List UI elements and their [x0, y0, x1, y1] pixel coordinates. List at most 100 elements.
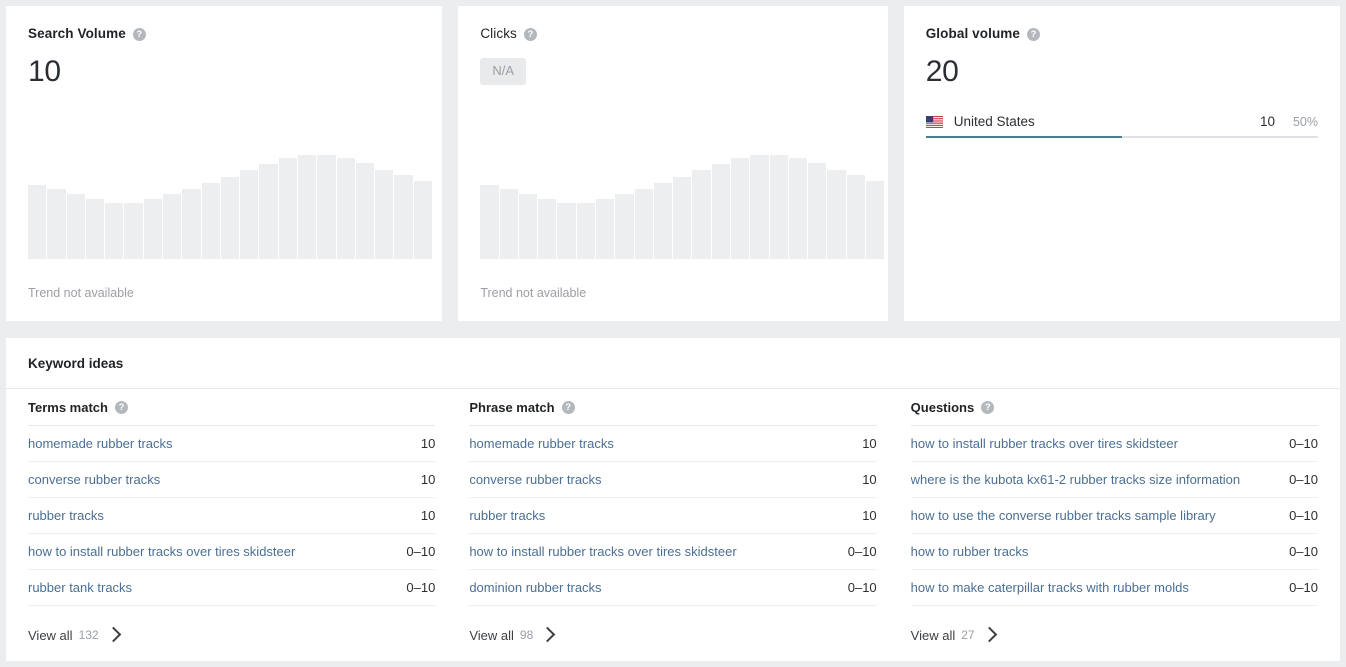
keyword-row: converse rubber tracks 10: [28, 462, 436, 498]
keyword-volume: 0–10: [1289, 508, 1318, 523]
view-all-count: 98: [519, 628, 534, 642]
sparkline-bar: [375, 170, 394, 259]
sparkline-bar: [162, 194, 182, 259]
keyword-ideas-columns: Terms match? homemade rubber tracks 10 conv…: [6, 389, 1340, 656]
sparkline-bar: [259, 164, 278, 259]
view-all-button[interactable]: View all 132: [28, 606, 435, 656]
sparkline-bar: [634, 189, 653, 259]
keyword-row: how to rubber tracks 0–10: [910, 534, 1318, 570]
column-header: Phrase match?: [469, 389, 877, 426]
view-all-button[interactable]: View all 27: [911, 606, 1318, 656]
keyword-ideas-column: Terms match? homemade rubber tracks 10 conv…: [28, 389, 436, 656]
keyword-row: rubber tracks 10: [469, 498, 877, 534]
metric-cards-row: Search Volume ? 10 Trend not available C…: [0, 0, 1346, 322]
keyword-volume: 0–10: [406, 580, 436, 595]
sparkline-bar: [576, 202, 595, 259]
keyword-link[interactable]: rubber tank tracks: [28, 580, 406, 595]
keyword-link[interactable]: dominion rubber tracks: [469, 580, 847, 595]
clicks-trend-note: Trend not available: [480, 286, 587, 300]
keyword-link[interactable]: how to install rubber tracks over tires …: [469, 544, 847, 559]
search-volume-value: 10: [28, 55, 61, 88]
sparkline-bar: [394, 175, 413, 259]
sparkline-bar: [750, 154, 769, 259]
sparkline-bar: [673, 177, 692, 259]
view-all-label: View all: [910, 627, 956, 643]
sparkline-bar: [105, 202, 124, 259]
clicks-title: Clicks ?: [480, 26, 865, 42]
sparkline-bar: [730, 158, 750, 259]
sparkline-bar: [596, 199, 615, 259]
column-header: Questions?: [910, 389, 1318, 426]
keyword-link[interactable]: how to install rubber tracks over tires …: [28, 544, 406, 559]
sparkline-bar: [201, 183, 220, 259]
keyword-volume: 0–10: [1289, 544, 1318, 559]
keyword-volume: 10: [862, 508, 877, 523]
help-circle-icon[interactable]: ?: [1027, 27, 1041, 41]
keyword-link[interactable]: rubber tracks: [28, 508, 421, 523]
keyword-link[interactable]: how to make caterpillar tracks with rubb…: [911, 580, 1289, 595]
keyword-link[interactable]: how to install rubber tracks over tires …: [911, 436, 1289, 451]
view-all-count: 132: [78, 628, 99, 642]
keyword-row: how to use the converse rubber tracks sa…: [910, 498, 1318, 534]
sparkline-bar: [769, 154, 788, 259]
country-share-fill: [925, 136, 1122, 138]
keyword-row: rubber tank tracks 0–10: [28, 570, 436, 606]
keyword-row: where is the kubota kx61-2 rubber tracks…: [910, 462, 1318, 498]
sparkline-bar: [711, 164, 730, 259]
keyword-volume: 10: [420, 508, 436, 523]
sparkline-bar: [480, 184, 499, 259]
keyword-link[interactable]: rubber tracks: [469, 508, 862, 523]
global-volume-label: Global volume: [925, 26, 1021, 41]
view-all-button[interactable]: View all 98: [469, 606, 876, 656]
sparkline-bar: [518, 194, 538, 259]
clicks-card: Clicks ? N/A Trend not available: [458, 6, 888, 321]
sparkline-bar: [615, 194, 634, 259]
search-volume-sparkline: [28, 139, 432, 259]
view-all-count: 27: [961, 628, 975, 642]
sparkline-bar: [240, 170, 259, 259]
keyword-link[interactable]: converse rubber tracks: [469, 472, 862, 487]
sparkline-bar: [499, 189, 518, 259]
chevron-right-icon: [539, 626, 556, 643]
keyword-volume: 0–10: [847, 544, 877, 559]
keyword-link[interactable]: how to rubber tracks: [911, 544, 1289, 559]
keyword-volume: 0–10: [1289, 580, 1318, 595]
keyword-volume: 10: [862, 472, 877, 487]
country-share-track: [925, 136, 1319, 138]
sparkline-bar: [317, 154, 336, 259]
chevron-right-icon: [981, 626, 997, 643]
help-circle-icon[interactable]: ?: [523, 27, 537, 41]
column-header-label: Terms match: [28, 399, 108, 415]
help-circle-icon[interactable]: ?: [561, 400, 575, 414]
keyword-row: how to install rubber tracks over tires …: [28, 534, 436, 570]
sparkline-bar: [47, 189, 66, 259]
country-row[interactable]: United States 10 50%: [925, 114, 1319, 138]
clicks-label: Clicks: [480, 26, 517, 41]
keyword-link[interactable]: where is the kubota kx61-2 rubber tracks…: [911, 472, 1289, 487]
sparkline-bar: [557, 202, 576, 259]
keyword-volume: 0–10: [847, 580, 877, 595]
keyword-link[interactable]: converse rubber tracks: [28, 472, 421, 487]
global-volume-country-list: United States 10 50%: [925, 114, 1319, 138]
sparkline-bar: [692, 170, 711, 259]
sparkline-bar: [413, 181, 432, 259]
sparkline-bar: [28, 184, 47, 259]
keyword-row: homemade rubber tracks 10: [469, 426, 877, 462]
help-circle-icon[interactable]: ?: [981, 400, 995, 414]
keyword-link[interactable]: homemade rubber tracks: [28, 436, 421, 451]
keyword-volume: 0–10: [406, 544, 436, 559]
country-percent: 50%: [1292, 114, 1319, 129]
sparkline-bar: [182, 189, 201, 259]
help-circle-icon[interactable]: ?: [132, 27, 146, 41]
chevron-right-icon: [105, 626, 121, 643]
keyword-link[interactable]: how to use the converse rubber tracks sa…: [911, 508, 1289, 523]
search-volume-card: Search Volume ? 10 Trend not available: [6, 6, 443, 321]
keyword-link[interactable]: homemade rubber tracks: [469, 436, 862, 451]
keyword-ideas-panel: Keyword ideas Terms match? homemade rubbe…: [6, 338, 1340, 661]
view-all-label: View all: [28, 627, 73, 643]
sparkline-bar: [220, 177, 240, 259]
help-circle-icon[interactable]: ?: [114, 400, 128, 414]
keyword-ideas-column: Phrase match? homemade rubber tracks 10 con…: [469, 389, 877, 656]
search-volume-label: Search Volume: [28, 26, 126, 41]
sparkline-bar: [143, 199, 162, 259]
